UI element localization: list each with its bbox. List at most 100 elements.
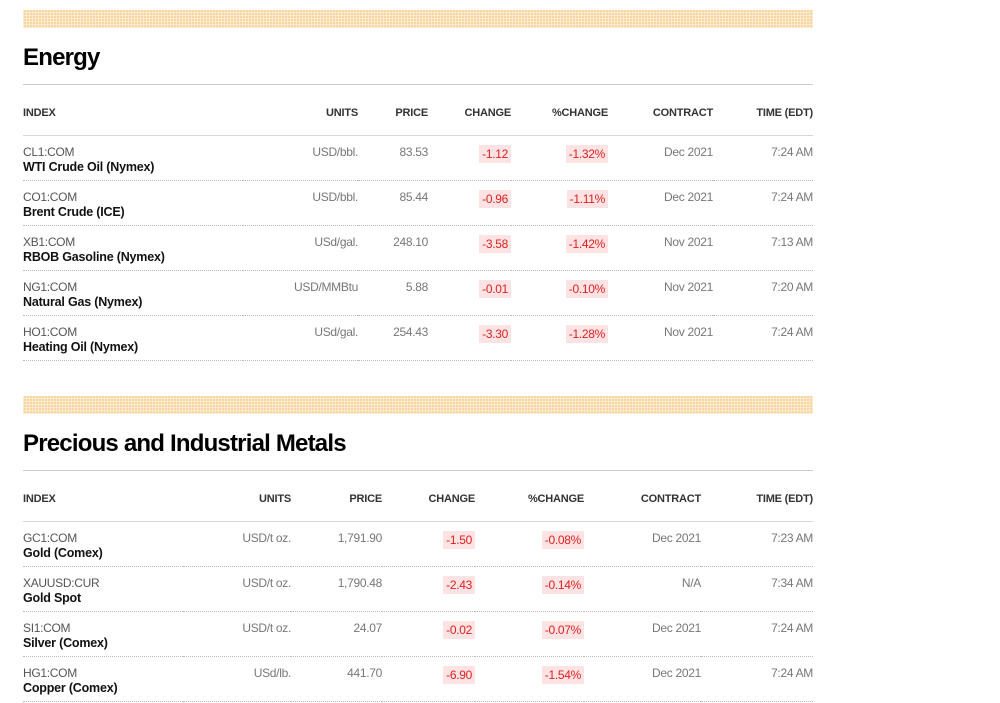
change-value: -1.12 [479,145,511,163]
instrument-name-link[interactable]: Heating Oil (Nymex) [23,340,243,354]
pct-change-cell: -1.32% [511,135,608,181]
col-pct-change[interactable]: %CHANGE [511,91,608,136]
col-units[interactable]: UNITS [183,477,291,522]
symbol-link[interactable]: XB1:COM [23,226,243,249]
metals-section-banner [23,396,813,414]
time-cell: 7:24 AM [713,135,813,181]
pct-change-cell: -1.42% [511,225,608,271]
time-cell: 7:23 AM [701,521,813,567]
col-units[interactable]: UNITS [243,91,358,136]
change-value: -6.90 [443,666,475,684]
time-value: 7:24 AM [771,621,813,635]
col-index[interactable]: INDEX [23,477,183,522]
table-row[interactable]: CO1:COM Brent Crude (ICE) USD/bbl. 85.44 -0.… [23,180,813,226]
time-value: 7:24 AM [771,190,813,204]
instrument-name-link[interactable]: Natural Gas (Nymex) [23,295,243,309]
instrument-name-link[interactable]: Copper (Comex) [23,681,183,695]
contract-cell: Nov 2021 [608,270,713,316]
units-value: USd/gal. [314,325,358,339]
symbol-link[interactable]: XAUUSD:CUR [23,567,183,590]
contract-value: Dec 2021 [652,666,701,680]
contract-cell: Dec 2021 [608,135,713,181]
units-value: USD/t oz. [242,621,291,635]
price-cell: 441.70 [291,656,382,702]
instrument-name-link[interactable]: RBOB Gasoline (Nymex) [23,250,243,264]
contract-cell: Dec 2021 [584,656,701,702]
price-cell: 85.44 [358,180,428,226]
table-row[interactable]: XAUUSD:CUR Gold Spot USD/t oz. 1,790.48 -2.4… [23,566,813,612]
pct-change-value: -0.10% [565,280,608,298]
units-value: USd/lb. [253,666,292,680]
pct-change-value: -1.32% [565,145,608,163]
symbol-link[interactable]: NG1:COM [23,271,243,294]
table-row[interactable]: CL1:COM WTI Crude Oil (Nymex) USD/bbl. 83.5… [23,135,813,181]
change-cell: -1.50 [382,521,475,567]
time-value: 7:20 AM [771,280,813,294]
time-value: 7:13 AM [771,235,813,249]
table-row[interactable]: HO1:COM Heating Oil (Nymex) USd/gal. 254.43… [23,315,813,361]
contract-cell: Dec 2021 [584,611,701,657]
units-value: USD/bbl. [312,145,358,159]
metals-section: Precious and Industrial Metals INDEX UNI… [23,396,813,703]
price-value: 441.70 [347,666,382,680]
col-change[interactable]: CHANGE [428,91,511,136]
time-cell: 7:24 AM [701,656,813,702]
instrument-name-link[interactable]: Silver (Comex) [23,636,183,650]
table-row[interactable]: NG1:COM Natural Gas (Nymex) USD/MMBtu 5.88 -… [23,270,813,316]
table-row[interactable]: XB1:COM RBOB Gasoline (Nymex) USd/gal. 248.… [23,225,813,271]
change-value: -0.02 [443,621,475,639]
instrument-name-link[interactable]: Gold (Comex) [23,546,183,560]
price-cell: 24.07 [291,611,382,657]
units-cell: USd/lb. [183,656,292,702]
col-time[interactable]: TIME (EDT) [701,477,813,522]
change-value: -3.58 [479,235,511,253]
time-value: 7:23 AM [771,531,813,545]
symbol-link[interactable]: CL1:COM [23,136,243,159]
pct-change-cell: -1.28% [511,315,608,361]
col-price[interactable]: PRICE [358,91,428,136]
units-value: USD/t oz. [242,531,291,545]
change-cell: -0.02 [382,611,475,657]
col-index[interactable]: INDEX [23,91,243,136]
pct-change-value: -0.08% [541,531,584,549]
col-contract[interactable]: CONTRACT [584,477,701,522]
units-cell: USd/gal. [243,315,358,361]
contract-cell: Nov 2021 [608,225,713,271]
symbol-link[interactable]: HG1:COM [23,657,183,680]
time-value: 7:34 AM [771,576,813,590]
units-cell: USd/gal. [243,225,358,271]
time-value: 7:24 AM [771,325,813,339]
table-row[interactable]: SI1:COM Silver (Comex) USD/t oz. 24.07 -0.02… [23,611,813,657]
col-price[interactable]: PRICE [291,477,382,522]
pct-change-cell: -1.11% [511,180,608,226]
symbol-link[interactable]: SI1:COM [23,612,183,635]
instrument-name-link[interactable]: Gold Spot [23,591,183,605]
units-value: USD/t oz. [242,576,291,590]
metals-title-rule [23,470,813,471]
symbol-link[interactable]: CO1:COM [23,181,243,204]
col-contract[interactable]: CONTRACT [608,91,713,136]
price-value: 83.53 [399,145,428,159]
energy-section-banner [23,10,813,28]
table-row[interactable]: HG1:COM Copper (Comex) USd/lb. 441.70 -6.90 -… [23,656,813,702]
col-change[interactable]: CHANGE [382,477,475,522]
instrument-name-link[interactable]: WTI Crude Oil (Nymex) [23,160,243,174]
symbol-link[interactable]: GC1:COM [23,522,183,545]
instrument-name-link[interactable]: Brent Crude (ICE) [23,205,243,219]
price-cell: 1,790.48 [291,566,382,612]
units-cell: USD/t oz. [183,521,291,567]
col-pct-change[interactable]: %CHANGE [475,477,584,522]
index-cell: CO1:COM Brent Crude (ICE) [23,180,243,226]
energy-title: Energy [23,44,100,71]
contract-value: Nov 2021 [664,325,713,339]
price-cell: 83.53 [358,135,428,181]
index-cell: XAUUSD:CUR Gold Spot [23,566,183,612]
col-time[interactable]: TIME (EDT) [713,91,813,136]
units-cell: USD/t oz. [183,566,291,612]
pct-change-value: -1.42% [565,235,608,253]
symbol-link[interactable]: HO1:COM [23,316,243,339]
change-cell: -6.90 [382,656,475,702]
contract-cell: N/A [584,566,701,612]
table-row[interactable]: GC1:COM Gold (Comex) USD/t oz. 1,791.90 -1.5… [23,521,813,567]
change-cell: -1.12 [428,135,511,181]
